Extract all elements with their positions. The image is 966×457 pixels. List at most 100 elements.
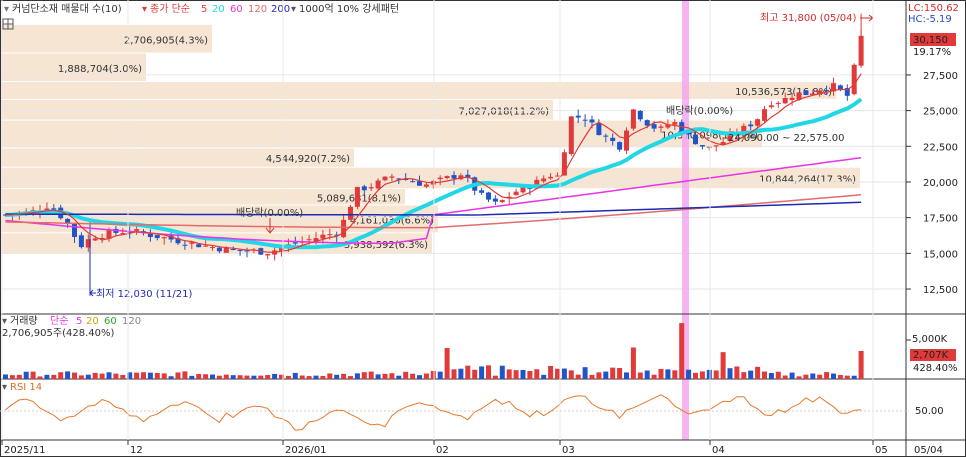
rsi-marker-icon: ▾ xyxy=(2,382,7,393)
candle-body xyxy=(78,235,84,248)
volume-bar xyxy=(147,372,153,379)
volume-bar xyxy=(679,323,685,379)
volume-bar xyxy=(479,366,485,379)
volume-bar xyxy=(734,366,740,379)
volume-bar xyxy=(154,372,160,379)
volume-bar xyxy=(644,370,650,379)
volume-ma-label: 단순 xyxy=(50,315,68,327)
candle-body xyxy=(541,178,547,182)
volume-tick: 5,000K xyxy=(912,334,948,345)
volume-bar xyxy=(513,370,519,379)
volume-bar xyxy=(610,367,616,379)
candle-body xyxy=(182,244,188,246)
ma-period-5: 5 xyxy=(201,4,207,15)
volume-bar xyxy=(16,374,22,379)
volume-profile-label: 1,888,704(3.0%) xyxy=(58,64,142,75)
candle-body xyxy=(782,98,788,104)
volume-profile-label: 4,544,920(7.2%) xyxy=(266,154,350,165)
volume-bar xyxy=(568,370,574,379)
volume-bar xyxy=(78,375,84,379)
price-tick-label: 20,000 xyxy=(923,178,958,189)
volume-bar xyxy=(334,374,340,379)
volume-bar xyxy=(216,375,222,379)
dividend-annotation-2: 배당락(0.00%) xyxy=(666,105,733,117)
price-tick-label: 15,000 xyxy=(923,249,958,260)
volume-bar xyxy=(244,375,250,379)
volume-bar xyxy=(175,372,181,379)
volume-bar xyxy=(658,368,664,379)
candle-body xyxy=(837,85,843,90)
volume-bar xyxy=(230,375,236,379)
candle-body xyxy=(603,135,609,137)
volume-bar xyxy=(831,373,836,379)
volume-profile-band xyxy=(0,167,860,189)
volume-bar xyxy=(134,372,140,379)
ma-period-120: 120 xyxy=(248,4,267,15)
candle-body xyxy=(762,109,767,121)
volume-bar xyxy=(72,372,77,379)
candle-body xyxy=(824,90,830,92)
volume-bar xyxy=(637,372,643,379)
volume-bar xyxy=(555,368,560,379)
candle-body xyxy=(644,120,650,126)
volume-bar xyxy=(237,375,243,379)
volume-bar xyxy=(527,371,533,379)
volume-bar xyxy=(699,371,705,379)
candle-body xyxy=(858,35,864,66)
ma-label: 종가 단순 xyxy=(150,3,190,15)
volume-bar xyxy=(458,368,464,379)
volume-bar xyxy=(58,372,64,379)
candle-body xyxy=(354,186,360,207)
candle-body xyxy=(803,90,809,95)
volume-bar xyxy=(85,374,91,379)
volume-bar xyxy=(492,375,498,379)
date-label: 2026/01 xyxy=(285,445,327,456)
candle-body xyxy=(748,124,754,127)
candle-body xyxy=(154,235,160,239)
lc-label: LC:150.62 xyxy=(908,3,959,14)
candle-body xyxy=(423,184,429,187)
volume-bar xyxy=(789,372,795,379)
volume-bar xyxy=(486,365,491,379)
candle-body xyxy=(230,248,236,250)
volume-bar xyxy=(651,374,657,379)
candle-body xyxy=(630,109,636,129)
candle-body xyxy=(237,249,243,251)
hc-label: HC:-5.19 xyxy=(908,14,952,25)
candle-body xyxy=(320,234,326,239)
date-label: 12 xyxy=(130,445,143,456)
date-label: 2025/11 xyxy=(4,445,46,456)
volume-bar xyxy=(617,367,623,379)
date-label: 03 xyxy=(562,445,575,456)
candle-body xyxy=(361,186,367,191)
candle-body xyxy=(265,254,271,256)
candle-body xyxy=(437,177,443,180)
price-tick-label: 27,500 xyxy=(923,71,958,82)
candle-body xyxy=(789,97,795,101)
volume-bar xyxy=(348,376,353,379)
volume-bar xyxy=(361,372,367,379)
volume-bar xyxy=(99,373,105,379)
volume-ma-60: 60 xyxy=(104,316,117,327)
volume-bar xyxy=(375,374,381,379)
volume-bar xyxy=(382,373,388,379)
volume-bar xyxy=(472,369,478,379)
volume-bar xyxy=(582,367,588,379)
ma-period-60: 60 xyxy=(230,4,243,15)
volume-bar xyxy=(354,373,360,379)
volume-bar xyxy=(430,370,436,379)
volume-bar xyxy=(65,371,71,379)
volume-ma-20: 20 xyxy=(86,316,99,327)
volume-bar xyxy=(768,372,774,379)
candle-body xyxy=(216,247,222,252)
volume-bar xyxy=(3,374,8,379)
volume-bar xyxy=(665,369,671,379)
volume-bar xyxy=(251,375,257,379)
volume-bar xyxy=(534,369,540,379)
candle-body xyxy=(575,115,581,118)
volume-bar xyxy=(548,365,554,379)
candle-body xyxy=(65,218,71,223)
candle-body xyxy=(617,142,623,150)
date-label: 02 xyxy=(436,445,449,456)
candle-body xyxy=(851,64,857,95)
